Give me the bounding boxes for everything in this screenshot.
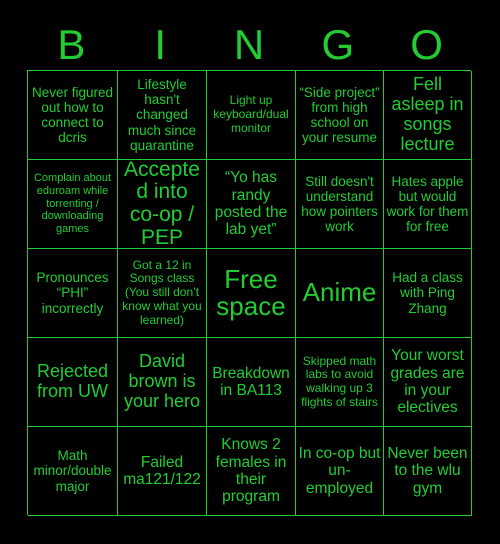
bingo-cell-r5c3[interactable]: Knows 2 females in their program: [207, 427, 296, 516]
bingo-cell-label: “Side project” from high school on your …: [299, 84, 380, 146]
bingo-cell-label: Never been to the wlu gym: [387, 444, 468, 497]
bingo-cell-label: “Yo has randy posted the lab yet”: [214, 169, 288, 239]
bingo-grid: Never figured out how to connect to dcri…: [27, 70, 472, 516]
bingo-cell-r2c1[interactable]: Complain about eduroam while torrenting …: [28, 160, 118, 249]
bingo-cell-r2c4[interactable]: Still doesn't understand how pointers wo…: [296, 160, 384, 249]
bingo-cell-label: Anime: [302, 277, 377, 308]
bingo-header: B I N G O: [27, 20, 471, 70]
bingo-card: B I N G O Never figured out how to conne…: [0, 0, 500, 544]
bingo-cell-r4c5[interactable]: Your worst grades are in your electives: [384, 338, 472, 427]
bingo-cell-r2c5[interactable]: Hates apple but would work for them for …: [384, 160, 472, 249]
bingo-cell-r1c5[interactable]: Fell asleep in songs lecture: [384, 71, 472, 160]
bingo-cell-label: Rejected from UW: [36, 361, 109, 401]
bingo-header-letter-i: I: [154, 21, 167, 68]
bingo-cell-label: Still doesn't understand how pointers wo…: [301, 173, 378, 235]
bingo-cell-r4c2[interactable]: David brown is your hero: [118, 338, 207, 427]
bingo-cell-r3c2[interactable]: Got a 12 in Songs class (You still don’t…: [118, 249, 207, 338]
bingo-cell-r5c1[interactable]: Math minor/double major: [28, 427, 118, 516]
bingo-cell-r3c4[interactable]: Anime: [296, 249, 384, 338]
bingo-cell-label: Failed ma121/122: [123, 453, 201, 488]
bingo-cell-label: Pronounces “PHI” incorrectly: [36, 270, 109, 316]
bingo-cell-label: Lifestyle hasn't changed much since quar…: [127, 77, 197, 153]
bingo-cell-r1c3[interactable]: Light up keyboard/dual monitor: [207, 71, 296, 160]
bingo-cell-label: Had a class with Ping Zhang: [392, 270, 463, 316]
bingo-cell-r3c5[interactable]: Had a class with Ping Zhang: [384, 249, 472, 338]
bingo-cell-r4c3[interactable]: Breakdown in BA113: [207, 338, 296, 427]
bingo-cell-label: Light up keyboard/dual monitor: [213, 93, 289, 135]
bingo-header-letter-n: N: [233, 21, 265, 68]
bingo-cell-label: Hates apple but would work for them for …: [386, 173, 469, 235]
bingo-header-letter-o: O: [410, 21, 443, 68]
bingo-header-letter-g: G: [321, 21, 355, 68]
bingo-cell-label: Got a 12 in Songs class (You still don’t…: [122, 257, 202, 327]
bingo-cell-label: Your worst grades are in your electives: [390, 347, 465, 417]
bingo-cell-r2c3[interactable]: “Yo has randy posted the lab yet”: [207, 160, 296, 249]
bingo-header-letter-b: B: [57, 21, 86, 68]
bingo-cell-r2c2[interactable]: Accepted into co-op / PEP: [118, 160, 207, 249]
bingo-cell-r4c4[interactable]: Skipped math labs to avoid walking up 3 …: [296, 338, 384, 427]
bingo-cell-label: Knows 2 females in their program: [215, 436, 287, 506]
bingo-cell-label: Skipped math labs to avoid walking up 3 …: [301, 353, 378, 409]
bingo-cell-label: Fell asleep in songs lecture: [391, 74, 464, 154]
bingo-cell-label: Free space: [216, 263, 286, 321]
bingo-cell-label: Never figured out how to connect to dcri…: [31, 84, 114, 146]
bingo-cell-label: In co-op but un-employed: [298, 444, 381, 497]
bingo-cell-r3c1[interactable]: Pronounces “PHI” incorrectly: [28, 249, 118, 338]
bingo-cell-r1c2[interactable]: Lifestyle hasn't changed much since quar…: [118, 71, 207, 160]
bingo-cell-r5c4[interactable]: In co-op but un-employed: [296, 427, 384, 516]
bingo-cell-r4c1[interactable]: Rejected from UW: [28, 338, 118, 427]
bingo-cell-label: Breakdown in BA113: [212, 364, 290, 399]
bingo-cell-label: David brown is your hero: [123, 351, 201, 411]
bingo-cell-r1c4[interactable]: “Side project” from high school on your …: [296, 71, 384, 160]
bingo-cell-r5c5[interactable]: Never been to the wlu gym: [384, 427, 472, 516]
bingo-cell-free-space[interactable]: Free space: [207, 249, 296, 338]
bingo-cell-label: Math minor/double major: [33, 448, 112, 494]
bingo-cell-r1c1[interactable]: Never figured out how to connect to dcri…: [28, 71, 118, 160]
bingo-cell-r5c2[interactable]: Failed ma121/122: [118, 427, 207, 516]
bingo-cell-label: Accepted into co-op / PEP: [124, 160, 200, 249]
bingo-cell-label: Complain about eduroam while torrenting …: [33, 172, 112, 236]
